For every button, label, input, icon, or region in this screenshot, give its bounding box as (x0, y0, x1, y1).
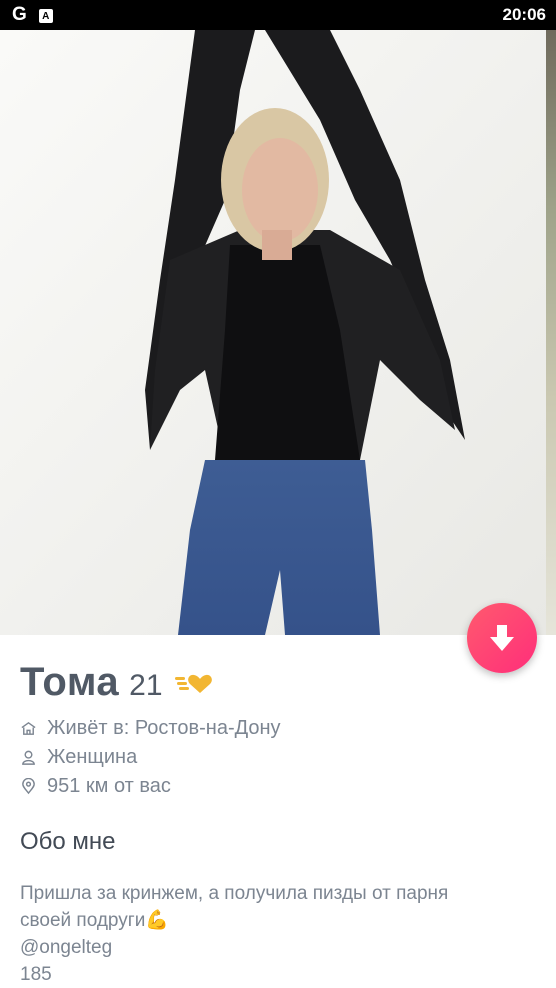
location-pin-icon (22, 778, 35, 795)
bio-line-1: Пришла за кринжем, а получила пизды от п… (20, 883, 449, 904)
bio-line-2: своей подруги💪 (20, 907, 536, 934)
status-bar: G A 20:06 (0, 0, 556, 30)
gender-text: Женщина (47, 746, 138, 768)
status-time: 20:06 (502, 5, 546, 24)
bio-line-2-text: своей подруги (20, 910, 146, 931)
next-photo-edge (546, 30, 556, 635)
google-icon: G (12, 4, 27, 25)
distance-text: 951 км от вас (47, 775, 171, 797)
profile-name: Тома (20, 660, 120, 704)
profile-info: Тома 21 Живёт в: Ростов-на-Дону Женщина … (20, 660, 536, 988)
accessibility-icon: A (38, 9, 53, 23)
arrow-down-icon (490, 625, 514, 651)
distance-row: 951 км от вас (20, 775, 536, 798)
profile-photo[interactable] (0, 30, 556, 635)
lives-in-row: Живёт в: Ростов-на-Дону (20, 717, 536, 740)
home-icon (21, 721, 36, 735)
about-title: Обо мне (20, 828, 116, 855)
flexed-biceps-emoji: 💪 (145, 910, 169, 931)
bio-text: Пришла за кринжем, а получила пизды от п… (20, 880, 536, 988)
gender-row: Женщина (20, 746, 536, 769)
bio-height: 185 (20, 964, 52, 985)
swipe-heart-icon (174, 674, 212, 693)
profile-age: 21 (129, 669, 163, 702)
lives-in-text: Живёт в: Ростов-на-Дону (47, 717, 281, 739)
bio-handle: @ongelteg (20, 937, 113, 958)
name-row: Тома 21 (20, 660, 536, 705)
profile-photo-image (0, 30, 556, 635)
person-icon (22, 750, 35, 765)
